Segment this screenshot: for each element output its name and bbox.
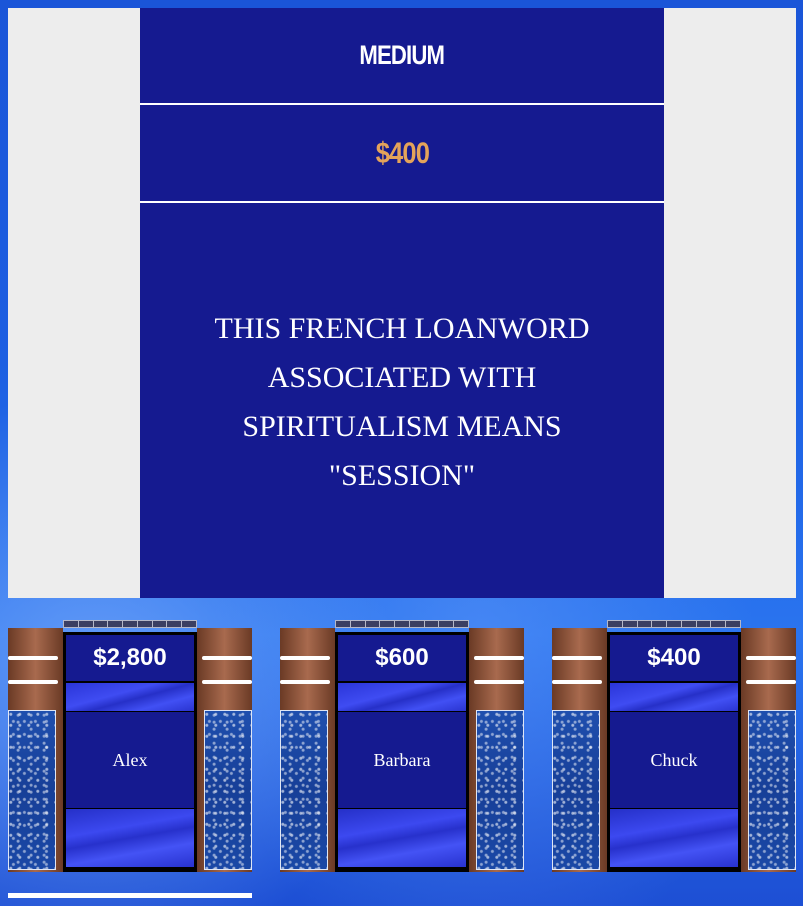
podium-center: $400 Chuck xyxy=(607,632,741,872)
podium-stripe xyxy=(610,683,738,711)
clue-question-row: This French loanword associated with Spi… xyxy=(140,205,664,598)
podium-lower-panel xyxy=(66,809,194,867)
player-score: $400 xyxy=(610,635,738,681)
clue-card: MEDIUM $400 This French loanword associa… xyxy=(140,8,664,598)
player-podium-barbara: $600 Barbara xyxy=(280,620,524,872)
player-name: Chuck xyxy=(610,712,738,808)
category-name: MEDIUM xyxy=(359,40,446,70)
podium-lower-panel xyxy=(338,809,466,867)
podium-lights xyxy=(63,620,197,628)
podium-lights xyxy=(335,620,469,628)
clue-value: $400 xyxy=(375,137,429,170)
clue-panel: MEDIUM $400 This French loanword associa… xyxy=(8,8,796,598)
podium-center: $2,800 Alex xyxy=(63,632,197,872)
clue-question: This French loanword associated with Spi… xyxy=(214,311,590,492)
clue-value-row: $400 xyxy=(140,107,664,203)
active-player-indicator xyxy=(8,893,252,898)
player-podium-chuck: $400 Chuck xyxy=(552,620,796,872)
player-score: $2,800 xyxy=(66,635,194,681)
podium-stripe xyxy=(338,683,466,711)
podium-side-left xyxy=(280,628,335,872)
podium-side-left xyxy=(552,628,607,872)
player-name: Alex xyxy=(66,712,194,808)
podium-side-right xyxy=(741,628,796,872)
player-podium-alex: $2,800 Alex xyxy=(8,620,252,872)
podium-lower-panel xyxy=(610,809,738,867)
player-name: Barbara xyxy=(338,712,466,808)
player-score: $600 xyxy=(338,635,466,681)
category-header: MEDIUM xyxy=(140,8,664,105)
podium-lights xyxy=(607,620,741,628)
podium-side-right xyxy=(469,628,524,872)
podium-stripe xyxy=(66,683,194,711)
podium-center: $600 Barbara xyxy=(335,632,469,872)
podium-side-right xyxy=(197,628,252,872)
podium-side-left xyxy=(8,628,63,872)
